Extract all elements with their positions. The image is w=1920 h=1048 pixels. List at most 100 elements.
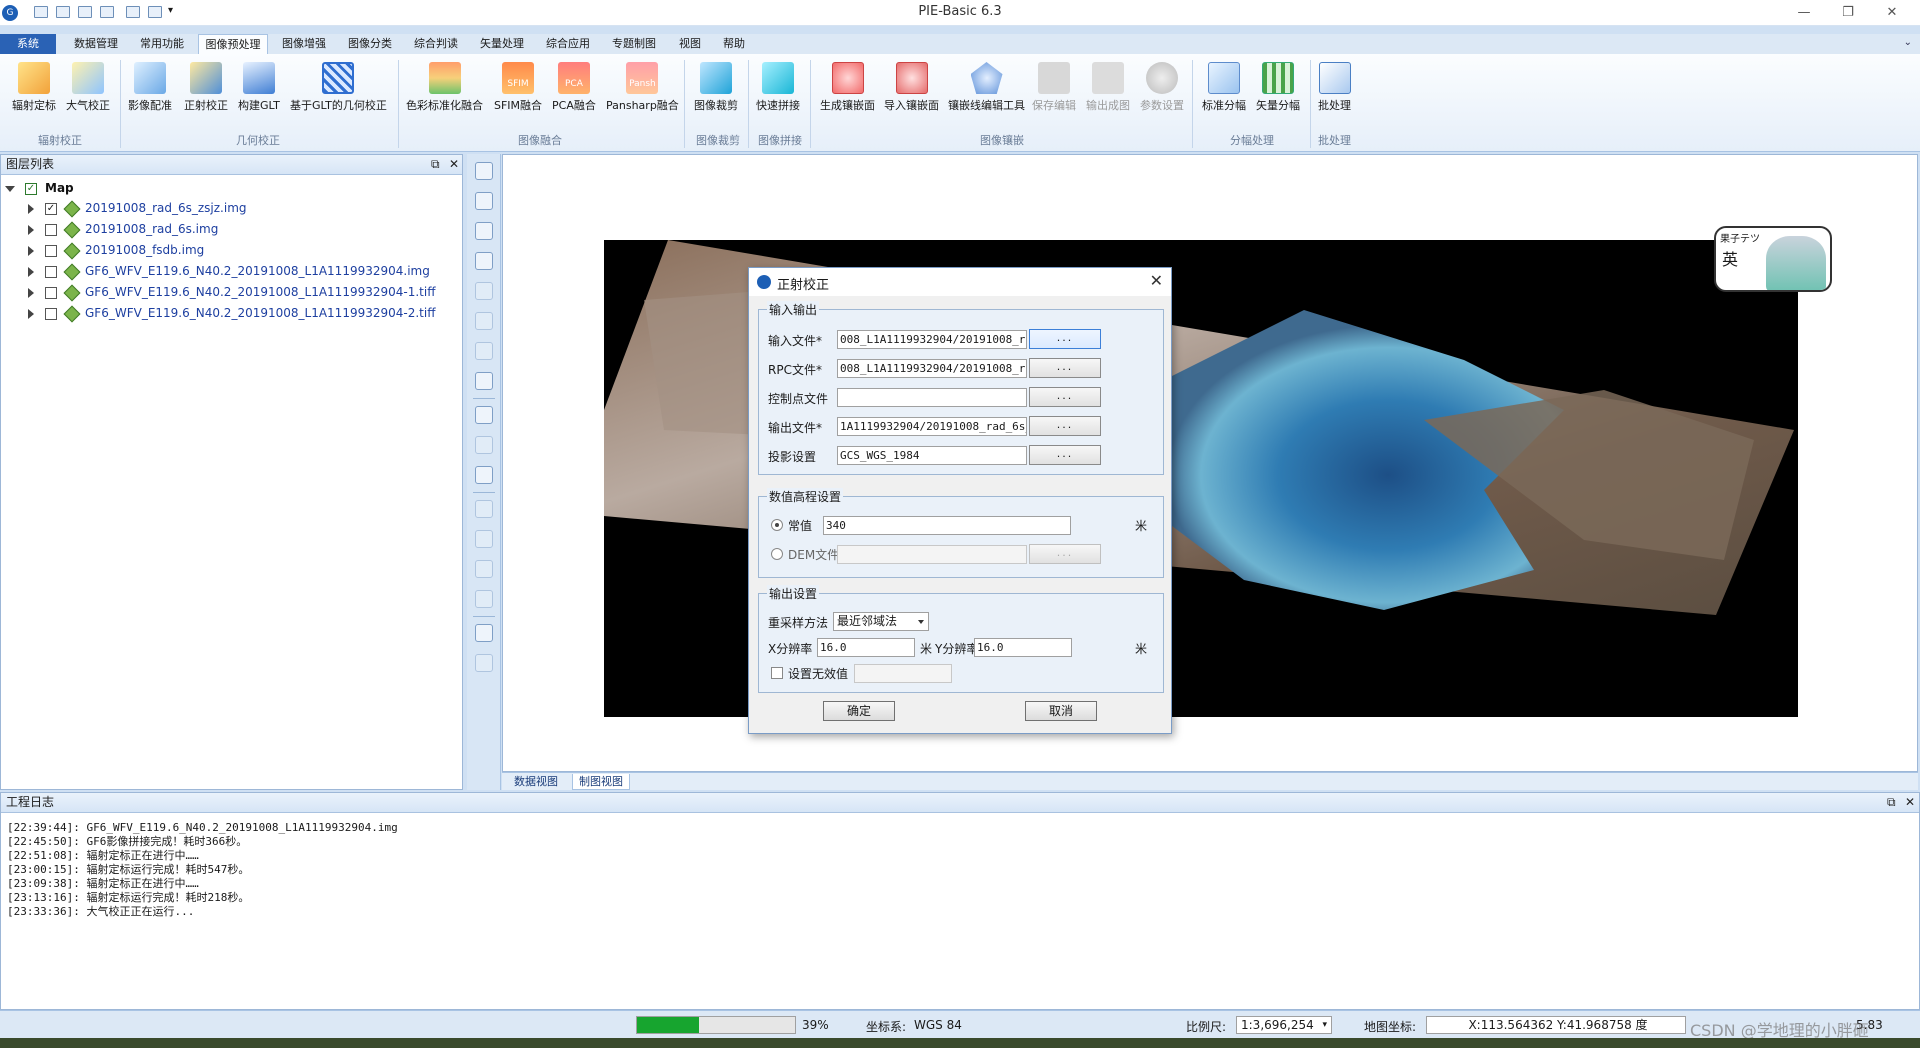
vector-framing-button[interactable]: 矢量分幅 — [1256, 62, 1300, 113]
projection-field[interactable]: GCS_WGS_1984 — [837, 446, 1027, 465]
projection-browse-button[interactable]: ... — [1029, 445, 1101, 465]
layer-checkbox[interactable] — [45, 266, 57, 278]
nodata-checkbox[interactable] — [771, 667, 783, 679]
batch-process-button[interactable]: 批处理 — [1318, 62, 1351, 113]
atmospheric-correction-button[interactable]: 大气校正 — [66, 62, 110, 113]
layer-checkbox[interactable] — [45, 245, 57, 257]
radiometric-calibration-button[interactable]: 辐射定标 — [12, 62, 56, 113]
output-map-button[interactable]: 输出成图 — [1086, 62, 1130, 113]
close-button[interactable]: ✕ — [1872, 2, 1912, 24]
tab-help[interactable]: 帮助 — [714, 34, 754, 54]
tab-view[interactable]: 视图 — [670, 34, 710, 54]
delete-icon[interactable] — [475, 590, 493, 608]
copy-icon[interactable] — [475, 500, 493, 518]
color-normalized-fusion-button[interactable]: 色彩标准化融合 — [406, 62, 483, 113]
constant-elevation-field[interactable]: 340 — [823, 516, 1071, 535]
maximize-button[interactable]: ❐ — [1828, 2, 1868, 24]
input-browse-button[interactable]: ... — [1029, 329, 1101, 349]
output-browse-button[interactable]: ... — [1029, 416, 1101, 436]
undo-icon[interactable] — [475, 624, 493, 642]
y-resolution-field[interactable]: 16.0 — [974, 638, 1072, 657]
cut-icon[interactable] — [475, 530, 493, 548]
identify-icon[interactable] — [475, 436, 493, 454]
nodata-field[interactable] — [854, 664, 952, 683]
resample-method-select[interactable]: 最近邻域法 — [833, 612, 929, 631]
map-root[interactable]: ✓ Map — [1, 179, 461, 198]
zoom-out-box-icon[interactable] — [475, 192, 493, 210]
full-extent-icon[interactable] — [475, 372, 493, 390]
gcp-browse-button[interactable]: ... — [1029, 387, 1101, 407]
layer-checkbox[interactable] — [45, 287, 57, 299]
ok-button[interactable]: 确定 — [823, 701, 895, 721]
dem-file-radio[interactable] — [771, 548, 783, 560]
zoom-in-box-icon[interactable] — [475, 162, 493, 180]
tab-data-management[interactable]: 数据管理 — [66, 34, 126, 54]
expand-icon[interactable] — [28, 309, 34, 319]
paste-icon[interactable] — [475, 560, 493, 578]
glt-geometric-correction-button[interactable]: 基于GLT的几何校正 — [290, 62, 387, 113]
collapse-ribbon-icon[interactable]: ⌄ — [1904, 37, 1912, 48]
seamline-edit-tool-button[interactable]: 镶嵌线编辑工具 — [948, 62, 1025, 113]
tab-layout-view[interactable]: 制图视图 — [572, 774, 630, 790]
user-avatar-widget[interactable]: 果子テツ 英 — [1714, 226, 1832, 292]
standard-framing-button[interactable]: 标准分幅 — [1202, 62, 1246, 113]
input-file-field[interactable]: 008_L1A1119932904/20191008_rad_6s.img — [837, 330, 1027, 349]
expand-icon[interactable] — [28, 246, 34, 256]
tab-thematic-mapping[interactable]: 专题制图 — [604, 34, 664, 54]
quick-mosaic-button[interactable]: 快速拼接 — [756, 62, 800, 113]
pan-hand-icon[interactable] — [475, 282, 493, 300]
close-panel-icon[interactable]: ✕ — [449, 155, 459, 174]
tab-image-classification[interactable]: 图像分类 — [340, 34, 400, 54]
layer-item[interactable]: ✓ 20191008_rad_6s_zsjz.img — [1, 199, 461, 218]
layer-item[interactable]: GF6_WFV_E119.6_N40.2_20191008_L1A1119932… — [1, 304, 461, 323]
tab-image-preprocessing[interactable]: 图像预处理 — [198, 34, 268, 54]
expand-icon[interactable] — [28, 288, 34, 298]
pca-fusion-button[interactable]: PCA PCA融合 — [552, 62, 596, 113]
dem-file-field[interactable] — [837, 545, 1027, 564]
save-edit-button[interactable]: 保存编辑 — [1032, 62, 1076, 113]
scale-select[interactable]: 1:3,696,254 ▾ — [1236, 1016, 1332, 1034]
x-resolution-field[interactable]: 16.0 — [817, 638, 915, 657]
float-panel-icon[interactable]: ⧉ — [431, 155, 440, 174]
ime-indicator[interactable]: 英 — [1722, 246, 1738, 270]
rpc-file-field[interactable]: 008_L1A1119932904/20191008_rad_6s.rpb — [837, 359, 1027, 378]
constant-radio[interactable] — [771, 519, 783, 531]
build-glt-button[interactable]: 构建GLT — [238, 62, 280, 113]
tab-interpretation[interactable]: 综合判读 — [406, 34, 466, 54]
layer-item[interactable]: GF6_WFV_E119.6_N40.2_20191008_L1A1119932… — [1, 283, 461, 302]
image-registration-button[interactable]: 影像配准 — [128, 62, 172, 113]
tab-data-view[interactable]: 数据视图 — [508, 774, 564, 790]
actual-size-icon[interactable] — [475, 342, 493, 360]
rpc-browse-button[interactable]: ... — [1029, 358, 1101, 378]
sfim-fusion-button[interactable]: SFIM SFIM融合 — [494, 62, 542, 113]
crosshair-icon[interactable] — [475, 406, 493, 424]
layer-item[interactable]: 20191008_rad_6s.img — [1, 220, 461, 239]
collapse-icon[interactable] — [5, 186, 15, 192]
generate-seamlines-button[interactable]: 生成镶嵌面 — [820, 62, 875, 113]
redo-icon[interactable] — [475, 654, 493, 672]
layer-item[interactable]: 20191008_fsdb.img — [1, 241, 461, 260]
tab-applications[interactable]: 综合应用 — [538, 34, 598, 54]
pansharp-fusion-button[interactable]: Pansh Pansharp融合 — [606, 62, 679, 113]
expand-icon[interactable] — [28, 225, 34, 235]
output-file-field[interactable]: 1A1119932904/20191008_rad_6s_zsjz.img — [837, 417, 1027, 436]
image-clip-button[interactable]: 图像裁剪 — [694, 62, 738, 113]
dialog-close-icon[interactable]: ✕ — [1150, 271, 1163, 290]
orthorectification-button[interactable]: 正射校正 — [184, 62, 228, 113]
cancel-button[interactable]: 取消 — [1025, 701, 1097, 721]
tab-image-enhancement[interactable]: 图像增强 — [274, 34, 334, 54]
tab-vector-processing[interactable]: 矢量处理 — [472, 34, 532, 54]
parameter-settings-button[interactable]: 参数设置 — [1140, 62, 1184, 113]
float-panel-icon[interactable]: ⧉ — [1887, 793, 1896, 812]
layer-checkbox[interactable] — [45, 224, 57, 236]
globe-icon[interactable] — [475, 312, 493, 330]
tab-system[interactable]: 系统 — [0, 34, 56, 54]
layer-checkbox[interactable]: ✓ — [45, 203, 57, 215]
dem-browse-button[interactable]: ... — [1029, 544, 1101, 564]
expand-icon[interactable] — [28, 204, 34, 214]
layer-checkbox[interactable] — [45, 308, 57, 320]
zoom-out-icon[interactable] — [475, 252, 493, 270]
gcp-file-field[interactable] — [837, 388, 1027, 407]
map-root-checkbox[interactable]: ✓ — [25, 183, 37, 195]
expand-icon[interactable] — [28, 267, 34, 277]
